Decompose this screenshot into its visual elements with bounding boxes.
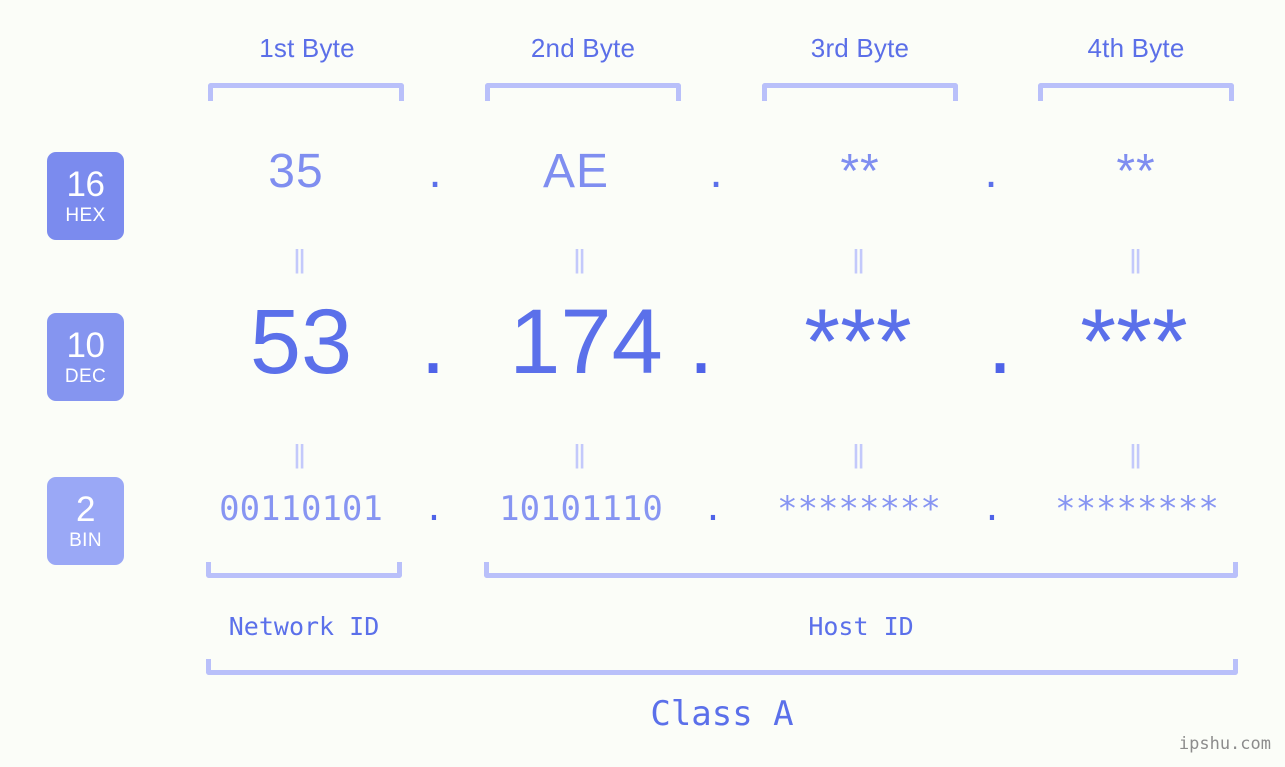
class-label: Class A: [650, 694, 794, 734]
dec-byte-3: ***: [804, 291, 912, 393]
equals-hex-dec-3: ǁ: [852, 245, 866, 275]
bin-separator-3: .: [981, 489, 1003, 529]
base-badge-hex-label: HEX: [65, 205, 106, 226]
hex-separator-2: .: [709, 145, 723, 198]
bin-separator-2: .: [702, 489, 724, 529]
dec-separator-1: .: [420, 291, 446, 393]
dec-byte-1: 53: [249, 291, 353, 393]
base-badge-dec-number: 10: [66, 326, 105, 365]
base-badge-bin-number: 2: [76, 490, 95, 529]
bin-separator-1: .: [423, 489, 445, 529]
equals-dec-bin-3: ǁ: [852, 440, 866, 470]
byte-header-1: 1st Byte: [259, 33, 355, 63]
dec-byte-2: 174: [509, 291, 663, 393]
bin-byte-3: ********: [777, 489, 941, 529]
byte-bracket-2: [485, 83, 681, 101]
class-bracket: [206, 659, 1238, 675]
base-badge-bin: 2 BIN: [47, 477, 124, 565]
network-id-label: Network ID: [228, 612, 380, 641]
hex-byte-2: AE: [542, 145, 610, 198]
bin-byte-2: 10101110: [499, 489, 663, 529]
base-badge-dec: 10 DEC: [47, 313, 124, 401]
hex-separator-1: .: [428, 145, 442, 198]
byte-bracket-3: [762, 83, 958, 101]
equals-dec-bin-1: ǁ: [293, 440, 307, 470]
hex-byte-4: **: [1116, 145, 1156, 198]
ip-byte-breakdown-diagram: 1st Byte 2nd Byte 3rd Byte 4th Byte 16 H…: [0, 0, 1285, 767]
byte-header-2: 2nd Byte: [530, 33, 636, 63]
dec-separator-2: .: [688, 291, 714, 393]
base-badge-bin-label: BIN: [69, 530, 102, 551]
byte-header-3: 3rd Byte: [810, 33, 910, 63]
byte-bracket-1: [208, 83, 404, 101]
base-badge-hex: 16 HEX: [47, 152, 124, 240]
base-badge-hex-number: 16: [66, 165, 105, 204]
network-id-bracket: [206, 562, 402, 578]
hex-separator-3: .: [984, 145, 998, 198]
byte-bracket-4: [1038, 83, 1234, 101]
equals-dec-bin-2: ǁ: [573, 440, 587, 470]
dec-byte-4: ***: [1080, 291, 1188, 393]
hex-byte-1: 35: [268, 145, 324, 198]
equals-hex-dec-4: ǁ: [1129, 245, 1143, 275]
host-id-bracket: [484, 562, 1238, 578]
equals-hex-dec-1: ǁ: [293, 245, 307, 275]
host-id-label: Host ID: [808, 612, 914, 641]
equals-hex-dec-2: ǁ: [573, 245, 587, 275]
byte-header-4: 4th Byte: [1087, 33, 1185, 63]
dec-separator-3: .: [987, 291, 1013, 393]
watermark: ipshu.com: [1178, 734, 1271, 754]
hex-byte-3: **: [840, 145, 880, 198]
equals-dec-bin-4: ǁ: [1129, 440, 1143, 470]
base-badge-dec-label: DEC: [64, 366, 107, 387]
bin-byte-1: 00110101: [219, 489, 383, 529]
bin-byte-4: ********: [1055, 489, 1219, 529]
